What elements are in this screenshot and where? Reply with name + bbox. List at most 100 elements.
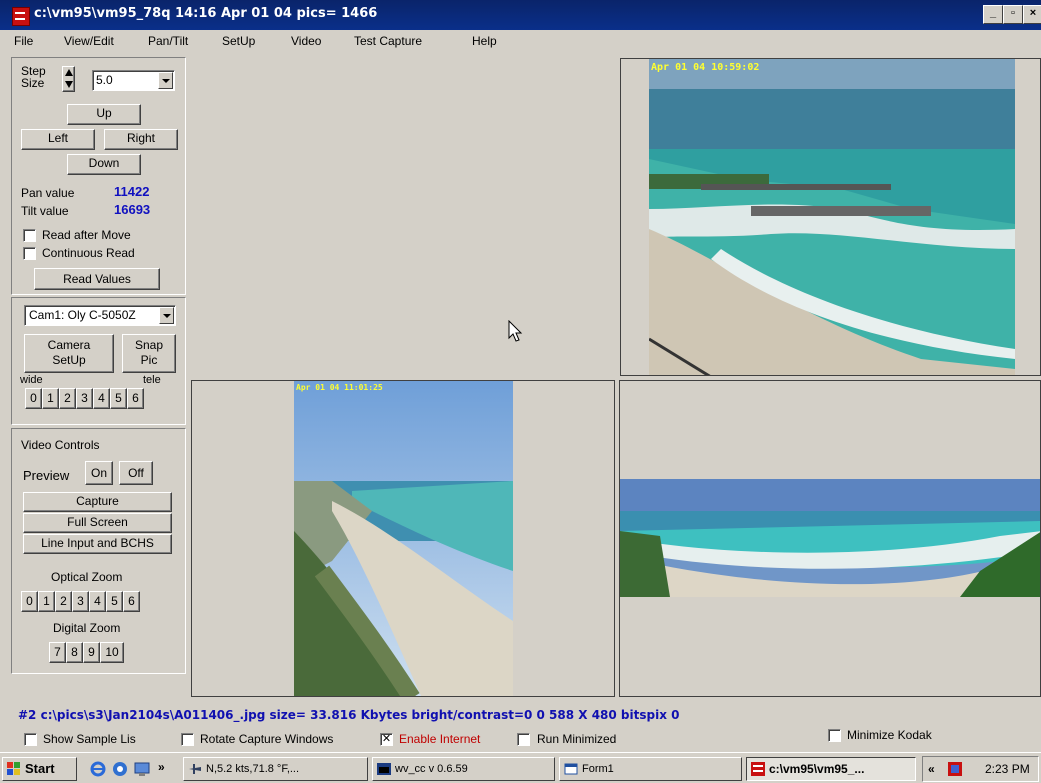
read-values-button[interactable]: Read Values xyxy=(34,268,160,290)
camera-zoom-2-button[interactable]: 2 xyxy=(59,388,76,409)
camera-panel: Cam1: Oly C-5050Z Camera SetUp Snap Pic … xyxy=(11,297,186,425)
task-form1[interactable]: Form1 xyxy=(559,757,742,781)
pan-tilt-panel: Step Size 5.0 Up Left Right Down Pan val… xyxy=(11,57,186,295)
menu-test-capture[interactable]: Test Capture xyxy=(354,34,422,48)
minimize-button[interactable]: _ xyxy=(983,5,1003,24)
task-wv-cc[interactable]: wv_cc v 0.6.59 xyxy=(372,757,555,781)
optical-zoom-2-button[interactable]: 2 xyxy=(55,591,72,612)
console-icon xyxy=(377,763,391,775)
right-button[interactable]: Right xyxy=(104,129,178,150)
camera-select-value: Cam1: Oly C-5050Z xyxy=(29,308,136,322)
title-bar[interactable]: c:\vm95\vm95_78q 14:16 Apr 01 04 pics= 1… xyxy=(0,0,1041,30)
optical-zoom-4-button[interactable]: 4 xyxy=(89,591,106,612)
image-pane-middle[interactable]: Apr 01 04 11:01:25 xyxy=(191,380,615,697)
preview-off-button[interactable]: Off xyxy=(119,461,153,485)
task-form1-label: Form1 xyxy=(582,763,614,775)
spin-up-icon[interactable] xyxy=(65,69,73,76)
video-controls-panel: Video Controls Preview On Off Capture Fu… xyxy=(11,428,186,674)
capture-button[interactable]: Capture xyxy=(23,492,172,512)
menu-setup[interactable]: SetUp xyxy=(222,34,255,48)
run-minimized-checkbox[interactable] xyxy=(517,733,530,746)
optical-zoom-0-button[interactable]: 0 xyxy=(21,591,38,612)
beach-photo-2 xyxy=(294,381,513,696)
digital-zoom-9-button[interactable]: 9 xyxy=(83,642,100,663)
snap-pic-button[interactable]: Snap Pic xyxy=(122,334,176,373)
start-label: Start xyxy=(25,761,55,776)
tray-chevron[interactable]: « xyxy=(928,762,935,776)
minimize-kodak-checkbox[interactable] xyxy=(828,729,841,742)
task-vm95[interactable]: c:\vm95\vm95_... xyxy=(746,757,916,781)
optical-zoom-label: Optical Zoom xyxy=(51,570,123,584)
menu-file[interactable]: File xyxy=(14,34,33,48)
close-button[interactable]: × xyxy=(1023,5,1041,24)
ie-icon[interactable] xyxy=(90,761,106,777)
beach-photo-1 xyxy=(621,59,1015,375)
camera-zoom-6-button[interactable]: 6 xyxy=(127,388,144,409)
step-size-select[interactable]: 5.0 xyxy=(92,70,175,91)
up-button[interactable]: Up xyxy=(67,104,141,125)
optical-zoom-1-button[interactable]: 1 xyxy=(38,591,55,612)
digital-zoom-label: Digital Zoom xyxy=(53,621,121,635)
full-screen-button[interactable]: Full Screen xyxy=(23,513,172,533)
pan-value-label: Pan value xyxy=(21,186,75,200)
show-sample-checkbox[interactable] xyxy=(24,733,37,746)
quicklaunch-chevron[interactable]: » xyxy=(158,760,165,774)
left-button[interactable]: Left xyxy=(21,129,95,150)
tilt-value-label: Tilt value xyxy=(21,204,69,218)
digital-zoom-7-button[interactable]: 7 xyxy=(49,642,66,663)
camera-setup-button[interactable]: Camera SetUp xyxy=(24,334,114,373)
step-spinner[interactable] xyxy=(62,66,75,92)
size-label: Size xyxy=(21,76,45,90)
spin-down-icon[interactable] xyxy=(65,81,73,88)
maximize-button[interactable]: ▫ xyxy=(1003,5,1023,24)
image-pane-bottom-right[interactable] xyxy=(619,380,1041,697)
preview-label: Preview xyxy=(23,468,70,483)
camera-zoom-5-button[interactable]: 5 xyxy=(110,388,127,409)
image-pane-top-right[interactable]: Apr 01 04 10:59:02 xyxy=(620,58,1041,376)
continuous-read-checkbox[interactable] xyxy=(23,247,36,260)
down-button[interactable]: Down xyxy=(67,154,141,175)
digital-zoom-buttons: 7 8 9 10 xyxy=(49,642,124,663)
rotate-capture-label: Rotate Capture Windows xyxy=(200,732,334,746)
system-tray: « 2:23 PM xyxy=(922,756,1039,782)
task-wv-cc-label: wv_cc v 0.6.59 xyxy=(395,763,468,775)
menu-video[interactable]: Video xyxy=(291,34,321,48)
camera-zoom-4-button[interactable]: 4 xyxy=(93,388,110,409)
desktop-icon[interactable] xyxy=(134,761,150,777)
line-input-bchs-button[interactable]: Line Input and BCHS xyxy=(23,534,172,554)
tray-app-icon[interactable] xyxy=(947,761,963,777)
outlook-express-icon[interactable] xyxy=(112,761,128,777)
start-button[interactable]: Start xyxy=(2,757,77,781)
optical-zoom-3-button[interactable]: 3 xyxy=(72,591,89,612)
read-after-move-label: Read after Move xyxy=(42,228,131,242)
camera-zoom-3-button[interactable]: 3 xyxy=(76,388,93,409)
vm95-app-icon xyxy=(751,762,765,776)
continuous-read-label: Continuous Read xyxy=(42,246,135,260)
windows-logo-icon xyxy=(7,762,20,775)
status-text: #2 c:\pics\s3\Jan2104s\A011406_.jpg size… xyxy=(18,708,680,722)
menu-help[interactable]: Help xyxy=(472,34,497,48)
menu-view-edit[interactable]: View/Edit xyxy=(64,34,114,48)
rotate-capture-checkbox[interactable] xyxy=(181,733,194,746)
read-after-move-checkbox[interactable] xyxy=(23,229,36,242)
enable-internet-checkbox[interactable]: ✕ xyxy=(380,733,393,746)
minimize-kodak-label: Minimize Kodak xyxy=(847,728,932,742)
digital-zoom-10-button[interactable]: 10 xyxy=(100,642,124,663)
preview-on-button[interactable]: On xyxy=(85,461,113,485)
camera-zoom-0-button[interactable]: 0 xyxy=(25,388,42,409)
optical-zoom-6-button[interactable]: 6 xyxy=(123,591,140,612)
optical-zoom-5-button[interactable]: 5 xyxy=(106,591,123,612)
task-vm95-label: c:\vm95\vm95_... xyxy=(769,762,865,776)
task-weather[interactable]: N,5.2 kts,71.8 °F,... xyxy=(183,757,368,781)
pan-value: 11422 xyxy=(114,184,150,199)
digital-zoom-8-button[interactable]: 8 xyxy=(66,642,83,663)
camera-zoom-1-button[interactable]: 1 xyxy=(42,388,59,409)
chevron-down-icon[interactable] xyxy=(159,307,174,324)
tele-label: tele xyxy=(143,374,161,386)
tilt-value: 16693 xyxy=(114,202,151,217)
app-icon[interactable] xyxy=(12,7,30,26)
camera-select[interactable]: Cam1: Oly C-5050Z xyxy=(24,305,176,326)
enable-internet-label: Enable Internet xyxy=(399,732,481,746)
menu-pan-tilt[interactable]: Pan/Tilt xyxy=(148,34,188,48)
chevron-down-icon[interactable] xyxy=(158,72,173,89)
